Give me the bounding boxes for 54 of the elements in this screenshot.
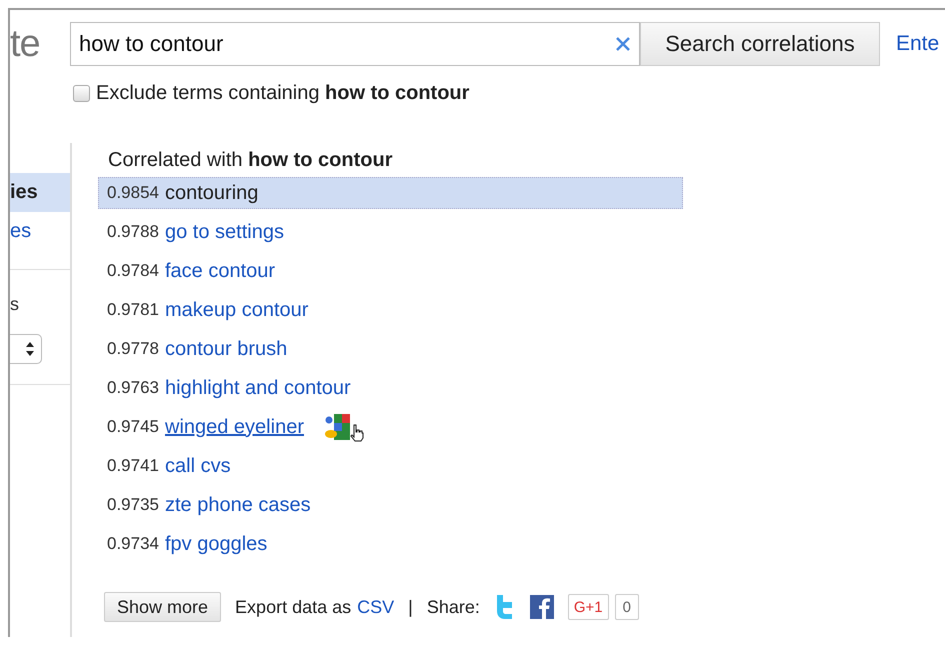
separator: |	[408, 596, 413, 618]
result-row[interactable]: 0.9735 zte phone cases	[98, 489, 683, 521]
hand-cursor-icon	[349, 424, 365, 442]
csv-link[interactable]: CSV	[357, 596, 394, 618]
result-term: contouring	[165, 182, 258, 204]
sidebar-item[interactable]: es	[10, 212, 70, 251]
result-link[interactable]: winged eyeliner	[165, 416, 304, 438]
result-row[interactable]: 0.9788 go to settings	[98, 216, 683, 248]
result-link[interactable]: contour brush	[165, 338, 288, 360]
facebook-icon[interactable]	[530, 595, 554, 619]
correlation-score: 0.9763	[107, 378, 159, 398]
search-field[interactable]: how to contour	[70, 22, 640, 66]
result-row[interactable]: 0.9784 face contour	[98, 255, 683, 287]
plus-one-button[interactable]: G+1	[568, 594, 609, 620]
result-row[interactable]: 0.9763 highlight and contour	[98, 372, 683, 404]
result-link[interactable]: highlight and contour	[165, 376, 351, 400]
correlation-score: 0.9788	[107, 222, 159, 242]
header-link[interactable]: Ente	[896, 32, 940, 56]
plus-one-count: 0	[614, 594, 639, 620]
results-heading: Correlated with how to contour	[108, 148, 394, 173]
correlation-score: 0.9734	[107, 534, 159, 554]
select-field[interactable]	[10, 334, 42, 364]
result-link[interactable]: makeup contour	[165, 298, 308, 322]
search-correlations-button[interactable]: Search correlations	[640, 22, 880, 66]
result-link[interactable]: fpv goggles	[165, 532, 268, 556]
correlation-score: 0.9854	[107, 183, 159, 203]
exclude-label: Exclude terms containing how to contour	[96, 82, 470, 105]
result-row[interactable]: 0.9741 call cvs	[98, 450, 683, 482]
search-input[interactable]: how to contour	[77, 30, 615, 58]
clear-icon[interactable]	[615, 36, 631, 52]
selected-result-row[interactable]: 0.9854 contouring	[98, 177, 683, 209]
result-link[interactable]: face contour	[165, 260, 276, 282]
logo-fragment: te	[10, 22, 41, 66]
stepper-arrows-icon	[25, 341, 35, 357]
sidebar-item[interactable]: ies	[10, 173, 70, 212]
correlation-score: 0.9784	[107, 261, 159, 281]
result-row[interactable]: 0.9778 contour brush	[98, 333, 683, 365]
correlation-score: 0.9735	[107, 495, 159, 515]
result-row[interactable]: 0.9745 winged eyeliner	[98, 411, 683, 443]
show-more-button[interactable]: Show more	[104, 592, 222, 622]
sidebar-label: s	[10, 294, 20, 316]
correlation-score: 0.9741	[107, 456, 159, 476]
exclude-checkbox[interactable]	[73, 85, 90, 102]
colored-blocks-icon	[324, 414, 350, 440]
correlation-score: 0.9745	[107, 417, 159, 437]
result-row[interactable]: 0.9781 makeup contour	[98, 294, 683, 326]
export-text: Export data as	[235, 596, 352, 618]
result-row[interactable]: 0.9734 fpv goggles	[98, 528, 683, 560]
correlation-score: 0.9778	[107, 339, 159, 359]
result-link[interactable]: call cvs	[165, 454, 231, 478]
result-link[interactable]: go to settings	[165, 220, 284, 244]
result-link[interactable]: zte phone cases	[165, 494, 311, 516]
correlation-score: 0.9781	[107, 300, 159, 320]
share-label: Share:	[426, 596, 480, 618]
